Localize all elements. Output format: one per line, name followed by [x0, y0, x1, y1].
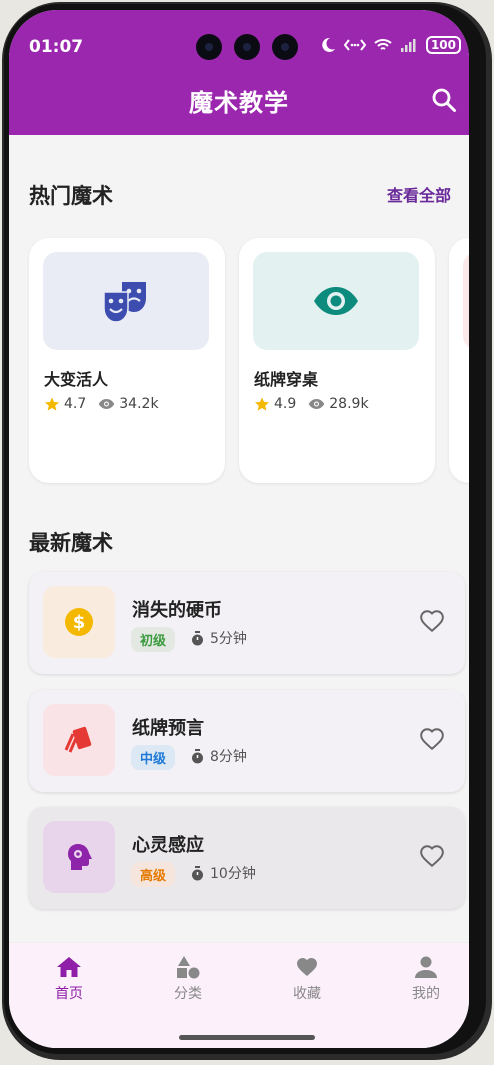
- app-screen: 01:07 100 魔术教学 热门魔术 查看全部 大变活人 4.7 34.2k …: [9, 10, 469, 1048]
- latest-magic-card[interactable]: $ 消失的硬币 初级 5分钟: [29, 572, 465, 674]
- hot-magic-meta: 4.9 28.9k: [254, 396, 369, 412]
- level-badge: 中级: [131, 745, 176, 770]
- latest-section-title: 最新魔术: [29, 531, 113, 555]
- favorite-heart-icon[interactable]: [419, 843, 445, 869]
- hot-magic-name: 大变活人: [44, 370, 109, 389]
- hot-magic-card[interactable]: 大变活人 4.7 34.2k: [29, 238, 225, 483]
- latest-magic-card[interactable]: 纸牌预言 中级 8分钟: [29, 690, 465, 792]
- view-count: 34.2k: [119, 396, 159, 412]
- nav-item-profile[interactable]: 我的: [386, 955, 466, 1003]
- hot-magic-name: 纸牌穿桌: [254, 370, 319, 389]
- heart-icon: [297, 958, 317, 976]
- latest-magic-name: 消失的硬币: [132, 600, 222, 621]
- view-count: 28.9k: [329, 396, 369, 412]
- wifi-icon: [374, 39, 392, 50]
- nav-label: 收藏: [293, 986, 321, 1002]
- camera-lens: [272, 34, 298, 60]
- level-badge: 初级: [131, 627, 176, 652]
- hot-magic-thumbnail: [463, 252, 469, 350]
- camera-lens: [196, 34, 222, 60]
- stopwatch-icon: [192, 630, 203, 645]
- status-time: 01:07: [29, 37, 84, 57]
- category-icon: [177, 956, 200, 979]
- mind-icon: [68, 844, 92, 870]
- duration-label: 10分钟: [210, 866, 256, 882]
- level-badge: 高级: [131, 862, 176, 887]
- status-icons: 100: [320, 36, 461, 54]
- data-transfer-icon: [343, 39, 366, 51]
- rating-value: 4.9: [274, 396, 297, 412]
- duration-label: 8分钟: [210, 749, 247, 765]
- favorite-heart-icon[interactable]: [419, 608, 445, 634]
- eye-icon: [98, 399, 115, 409]
- duration: 8分钟: [191, 746, 247, 766]
- latest-magic-thumbnail: [43, 821, 115, 893]
- nav-label: 分类: [174, 986, 202, 1002]
- nav-label: 首页: [55, 986, 83, 1002]
- latest-magic-thumbnail: [43, 704, 115, 776]
- rating-value: 4.7: [64, 396, 87, 412]
- cards-icon: [64, 726, 92, 753]
- duration-label: 5分钟: [210, 631, 247, 647]
- page-title: 魔术教学: [189, 89, 289, 117]
- hot-magic-thumbnail: [253, 252, 419, 350]
- latest-magic-name: 纸牌预言: [132, 718, 204, 739]
- duration: 10分钟: [191, 863, 256, 883]
- stopwatch-icon: [192, 865, 203, 880]
- camera-lens: [234, 34, 260, 60]
- person-icon: [415, 956, 437, 978]
- nav-label: 我的: [412, 986, 440, 1002]
- star-icon: [255, 397, 269, 411]
- hot-magic-meta: 4.7 34.2k: [44, 396, 159, 412]
- app-bar: 01:07 100 魔术教学: [9, 10, 469, 135]
- latest-magic-name: 心灵感应: [132, 835, 204, 856]
- favorite-heart-icon[interactable]: [419, 726, 445, 752]
- eye-icon: [308, 399, 325, 409]
- home-indicator[interactable]: [179, 1035, 315, 1040]
- search-icon[interactable]: [431, 87, 457, 113]
- latest-magic-thumbnail: $: [43, 586, 115, 658]
- hot-magic-card[interactable]: [449, 238, 469, 483]
- theater-masks-icon: [103, 282, 146, 323]
- nav-item-home[interactable]: 首页: [29, 955, 109, 1003]
- duration: 5分钟: [191, 628, 247, 648]
- battery-indicator: 100: [425, 36, 461, 54]
- hot-magic-thumbnail: [43, 252, 209, 350]
- moon-icon: [322, 37, 335, 52]
- bottom-nav: 首页 分类 收藏 我的: [9, 942, 469, 1048]
- latest-magic-card[interactable]: 心灵感应 高级 10分钟: [29, 807, 465, 909]
- see-all-link[interactable]: 查看全部: [387, 182, 451, 206]
- hot-magic-card[interactable]: 纸牌穿桌 4.9 28.9k: [239, 238, 435, 483]
- svg-text:$: $: [73, 612, 86, 633]
- signal-icon: [400, 39, 416, 52]
- stopwatch-icon: [192, 748, 203, 763]
- home-icon: [57, 957, 81, 977]
- nav-item-category[interactable]: 分类: [148, 955, 228, 1003]
- coin-icon: $: [65, 608, 93, 636]
- nav-item-favorites[interactable]: 收藏: [267, 955, 347, 1003]
- eye-icon: [314, 287, 358, 315]
- star-icon: [45, 397, 59, 411]
- hot-section-title: 热门魔术: [29, 184, 113, 208]
